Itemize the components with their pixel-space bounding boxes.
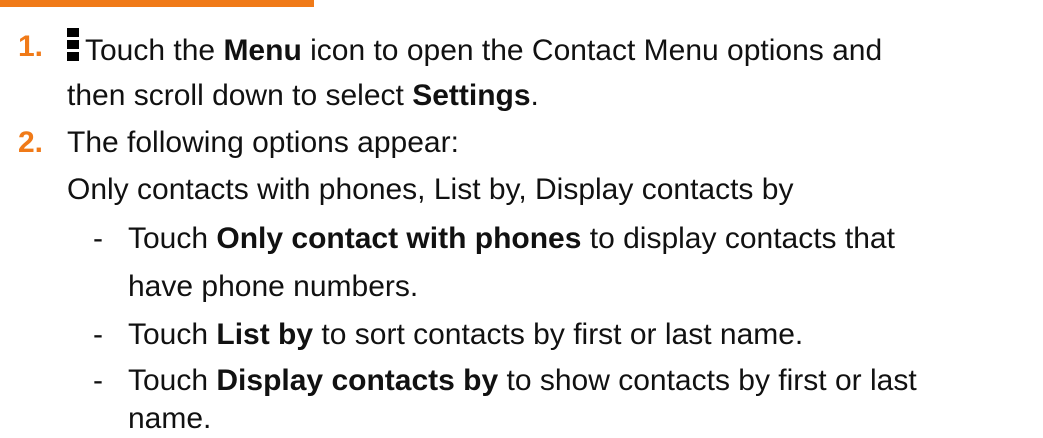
bullet-2-line-1: Touch List by to sort contacts by first … <box>128 316 803 354</box>
menu-keyword: Menu <box>223 34 302 67</box>
step-2-intro: The following options appear: <box>67 126 459 159</box>
step-number-1: 1. <box>18 30 44 63</box>
bullet-1-post: to display contacts that <box>581 222 895 255</box>
bullet-2-pre: Touch <box>128 318 217 351</box>
step-1-text-c: then scroll down to select <box>67 79 413 112</box>
orange-header-rule <box>0 0 314 7</box>
bullet-dash-1: - <box>93 222 103 255</box>
bullet-dash-2: - <box>93 318 103 351</box>
step-1-line-1: Touch the Menu icon to open the Contact … <box>67 28 882 70</box>
bullet-3-line-2: name. <box>128 402 212 435</box>
step-1-text-a: Touch the <box>85 34 224 67</box>
bullet-3-post: to show contacts by first or last <box>498 364 917 397</box>
step-1-text-b: icon to open the Contact Menu options an… <box>301 34 883 67</box>
settings-keyword: Settings <box>412 79 531 112</box>
bullet-2-post: to sort contacts by first or last name. <box>313 318 804 351</box>
bullet-1-line-2: have phone numbers. <box>128 270 419 303</box>
bullet-1-keyword: Only contact with phones <box>216 222 582 255</box>
bullet-1-line-1: Touch Only contact with phones to displa… <box>128 220 895 258</box>
step-1-text-d: . <box>530 79 539 112</box>
bullet-3-line-1: Touch Display contacts by to show contac… <box>128 362 917 400</box>
bullet-3-pre: Touch <box>128 364 217 397</box>
bullet-2-keyword: List by <box>216 318 314 351</box>
step-1-line-2: then scroll down to select Settings. <box>67 77 539 115</box>
bullet-3-keyword: Display contacts by <box>216 364 499 397</box>
step-2-options-line: Only contacts with phones, List by, Disp… <box>67 173 794 206</box>
bullet-dash-3: - <box>93 364 103 397</box>
vertical-dots-menu-icon <box>67 28 79 62</box>
step-number-2: 2. <box>18 126 44 159</box>
bullet-1-pre: Touch <box>128 222 217 255</box>
